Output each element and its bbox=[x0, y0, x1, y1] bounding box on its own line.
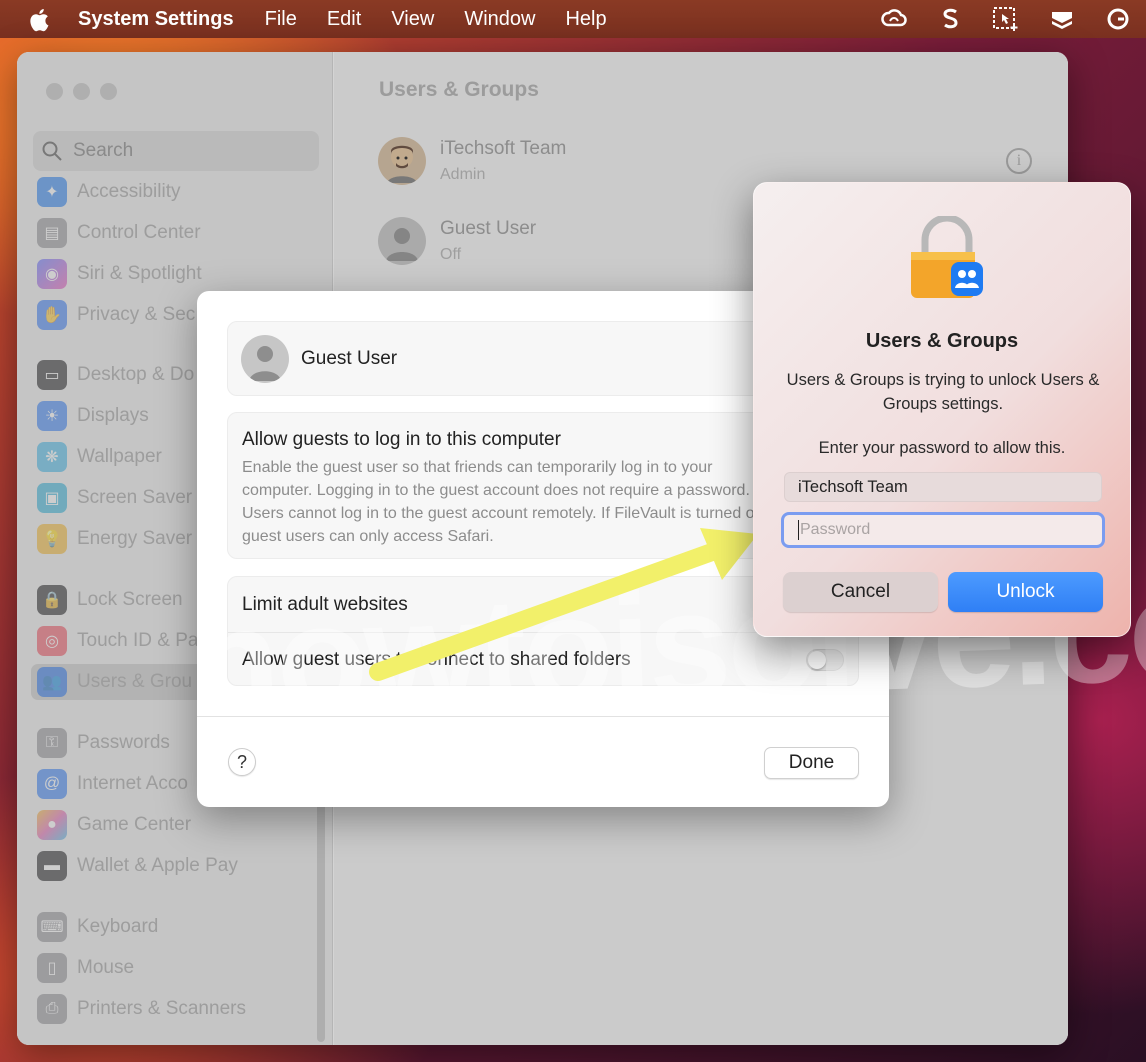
app-menu[interactable]: System Settings bbox=[78, 8, 234, 31]
status-area bbox=[866, 0, 1146, 38]
auth-message: Users & Groups is trying to unlock Users… bbox=[786, 371, 1100, 413]
password-field[interactable] bbox=[800, 521, 1090, 539]
help-menu[interactable]: Help bbox=[565, 8, 606, 31]
guest-avatar bbox=[241, 334, 289, 383]
text-caret bbox=[798, 520, 799, 540]
auth-prompt: Enter your password to allow this. bbox=[818, 439, 1066, 457]
password-field-wrapper bbox=[781, 512, 1105, 548]
edit-menu[interactable]: Edit bbox=[327, 8, 361, 31]
shared-folders-row: Allow guest users to connect to shared f… bbox=[228, 632, 858, 687]
help-button[interactable]: ? bbox=[228, 748, 256, 776]
apple-menu-icon[interactable] bbox=[0, 6, 78, 32]
option-label: Allow guest users to connect to shared f… bbox=[242, 649, 631, 670]
grammarly-icon[interactable] bbox=[1090, 8, 1146, 30]
view-menu[interactable]: View bbox=[391, 8, 434, 31]
window-menu[interactable]: Window bbox=[464, 8, 535, 31]
done-button[interactable]: Done bbox=[764, 747, 859, 779]
unlock-button[interactable]: Unlock bbox=[948, 572, 1103, 612]
s-app-icon[interactable] bbox=[922, 7, 978, 31]
allow-guests-description: Enable the guest user so that friends ca… bbox=[242, 459, 768, 545]
cancel-button[interactable]: Cancel bbox=[783, 572, 938, 612]
menu-bar: System Settings File Edit View Window He… bbox=[0, 0, 1146, 38]
auth-dialog: Users & Groups Users & Groups is trying … bbox=[753, 182, 1131, 637]
creative-cloud-icon[interactable] bbox=[866, 8, 922, 30]
lock-icon bbox=[911, 216, 983, 298]
file-menu[interactable]: File bbox=[265, 8, 297, 31]
screenshot-icon[interactable] bbox=[978, 6, 1034, 32]
stack-icon[interactable] bbox=[1034, 8, 1090, 30]
option-label: Limit adult websites bbox=[242, 593, 408, 615]
auth-title: Users & Groups bbox=[865, 330, 1019, 352]
shared-folders-toggle[interactable] bbox=[806, 649, 844, 671]
guest-user-label: Guest User bbox=[301, 347, 398, 369]
username-field[interactable]: iTechsoft Team bbox=[784, 472, 1102, 502]
sheet-divider bbox=[197, 716, 889, 717]
